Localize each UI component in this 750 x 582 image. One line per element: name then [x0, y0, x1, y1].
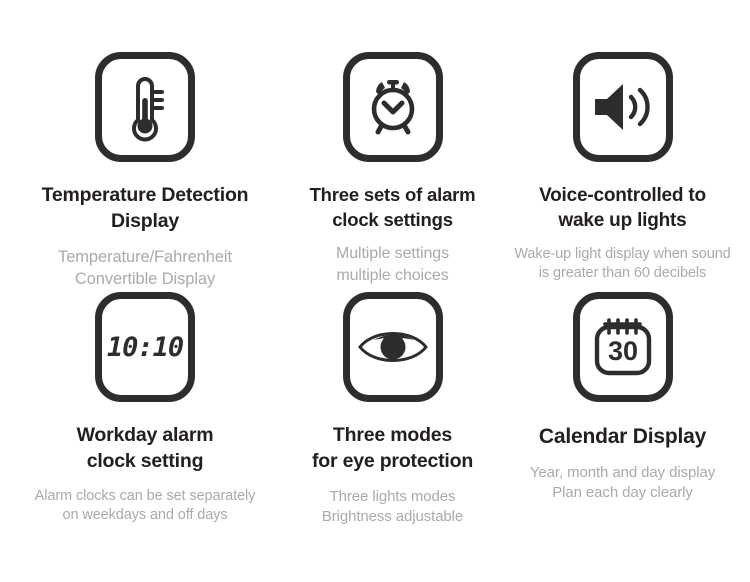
eye-icon-box	[342, 292, 443, 402]
feature-title: Three sets of alarm clock settings	[309, 184, 476, 230]
feature-title: Temperature Detection Display	[41, 184, 249, 232]
feature-card-alarm-sets: Three sets of alarm clock settings Multi…	[290, 52, 495, 292]
feature-subtitle: Three lights modes Brightness adjustable	[321, 487, 464, 526]
feature-title: Three modes for eye protection	[311, 424, 474, 472]
digital-clock-icon: 10:10	[106, 331, 184, 363]
feature-subtitle: Multiple settings multiple choices	[335, 245, 450, 284]
feature-grid: Temperature Detection Display Temperatur…	[0, 0, 750, 582]
feature-card-eye-protection: Three modes for eye protection Three lig…	[290, 292, 495, 534]
feature-subtitle: Year, month and day display Plan each da…	[529, 463, 716, 502]
calendar-day-number: 30	[607, 336, 637, 366]
alarm-clock-icon-box	[342, 52, 443, 162]
feature-card-temperature: Temperature Detection Display Temperatur…	[0, 52, 290, 292]
speaker-volume-icon	[591, 78, 655, 136]
calendar-icon: 30	[592, 317, 654, 377]
speaker-volume-icon-box	[572, 52, 673, 162]
feature-title: Workday alarm clock setting	[76, 424, 214, 472]
calendar-icon-box: 30	[572, 292, 673, 402]
feature-card-workday-alarm: 10:10 Workday alarm clock setting Alarm …	[0, 292, 290, 534]
digital-clock-icon-box: 10:10	[95, 292, 195, 402]
feature-title: Voice-controlled to wake up lights	[539, 185, 706, 232]
alarm-clock-icon	[362, 76, 424, 138]
feature-subtitle: Alarm clocks can be set separately on we…	[34, 487, 256, 524]
feature-title: Calendar Display	[538, 425, 707, 448]
feature-grid-page: Temperature Detection Display Temperatur…	[0, 0, 750, 582]
feature-subtitle: Wake-up light display when sound is grea…	[514, 245, 731, 282]
thermometer-icon-box	[95, 52, 195, 162]
feature-card-calendar: 30 Calendar Display Year, month and day …	[495, 292, 750, 534]
eye-icon	[357, 325, 428, 369]
thermometer-icon	[118, 72, 172, 142]
feature-card-voice-control: Voice-controlled to wake up lights Wake-…	[495, 52, 750, 292]
feature-subtitle: Temperature/Fahrenheit Convertible Displ…	[58, 247, 232, 289]
